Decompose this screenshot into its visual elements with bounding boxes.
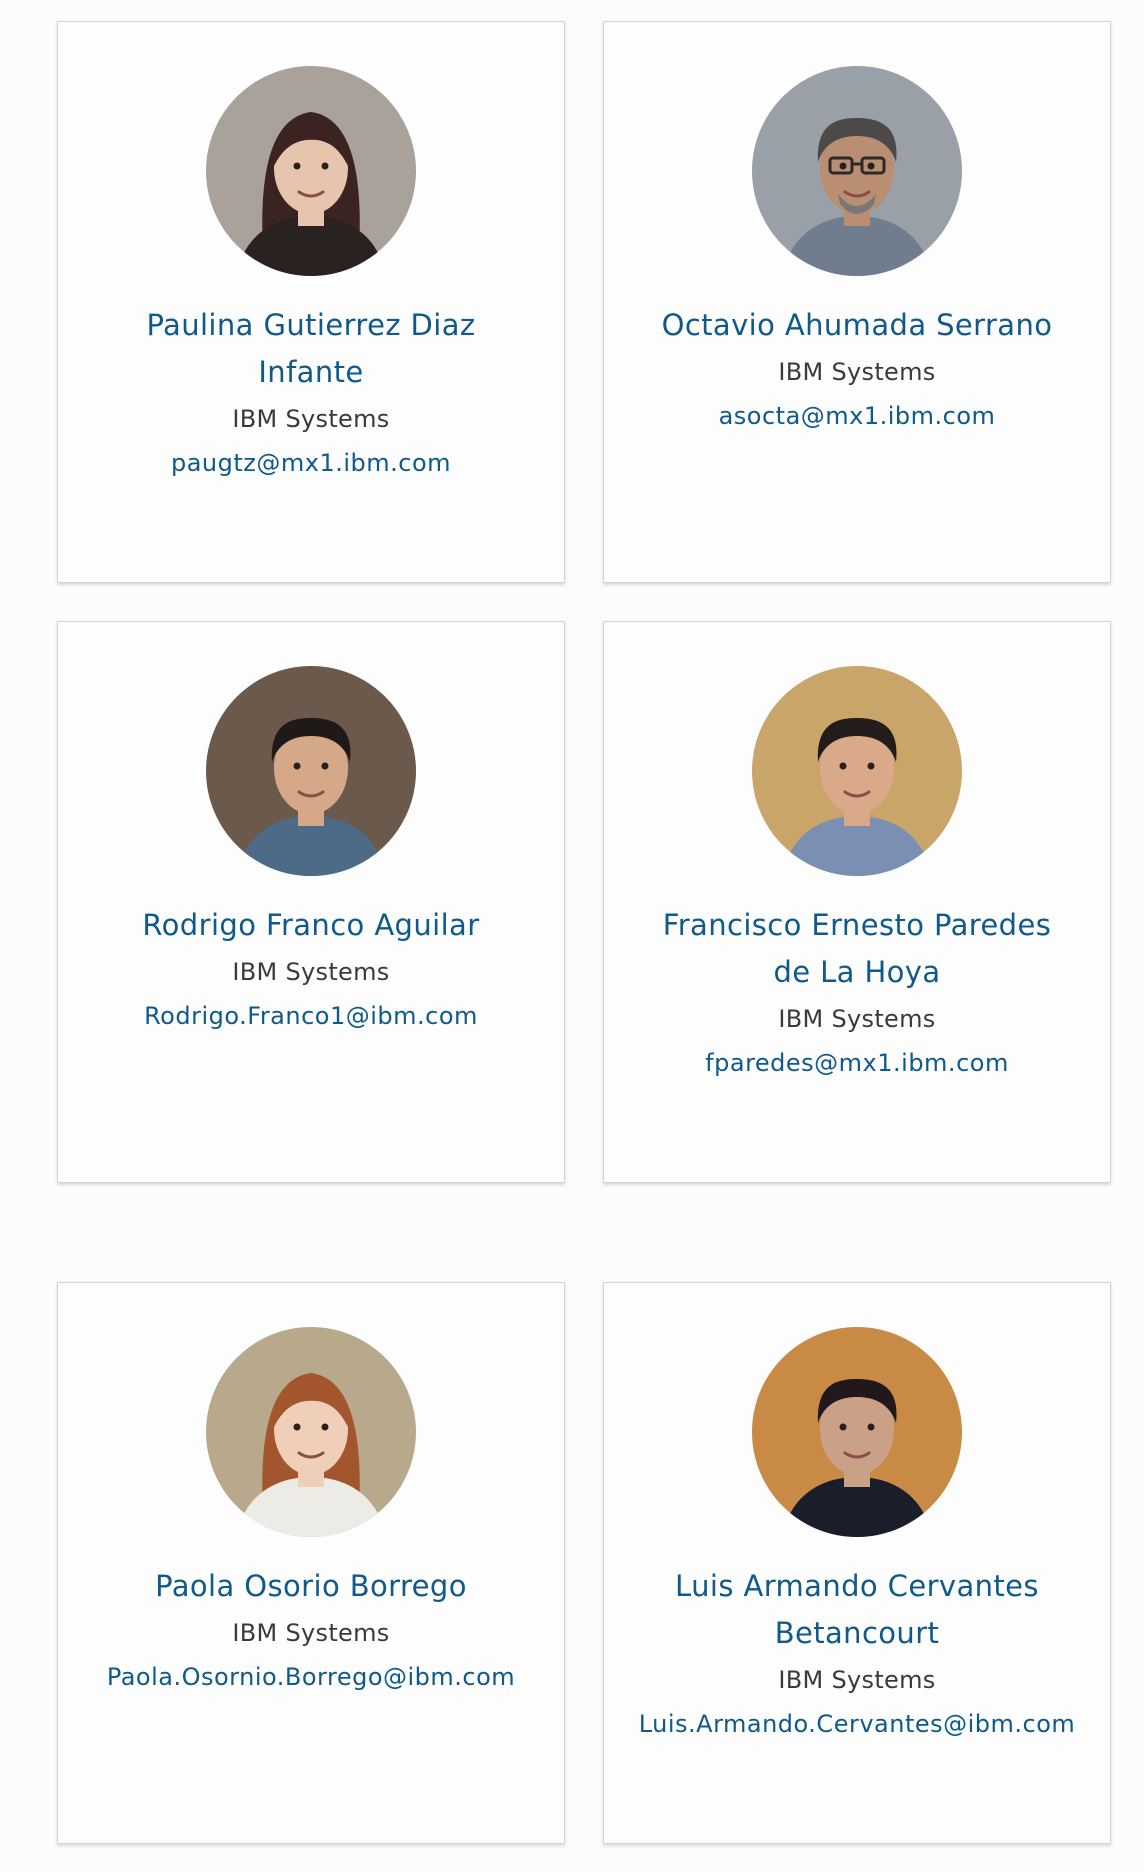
person-card: Octavio Ahumada Serrano IBM Systems asoc…	[603, 21, 1111, 583]
person-organization: IBM Systems	[232, 1619, 390, 1647]
person-organization: IBM Systems	[232, 958, 390, 986]
avatar[interactable]	[752, 1327, 962, 1537]
avatar[interactable]	[752, 666, 962, 876]
person-email-link[interactable]: fparedes@mx1.ibm.com	[634, 1043, 1080, 1083]
person-email-link[interactable]: Paola.Osornio.Borrego@ibm.com	[88, 1657, 534, 1697]
person-email-link[interactable]: asocta@mx1.ibm.com	[634, 396, 1080, 436]
person-name: Luis Armando Cervantes Betancourt	[675, 1569, 1039, 1650]
person-card: Luis Armando Cervantes Betancourt IBM Sy…	[603, 1282, 1111, 1844]
avatar[interactable]	[206, 1327, 416, 1537]
man-portrait-icon	[752, 666, 962, 876]
woman-portrait-icon	[206, 1327, 416, 1537]
person-card: Paola Osorio Borrego IBM Systems Paola.O…	[57, 1282, 565, 1844]
man-glasses-portrait-icon	[752, 66, 962, 276]
person-card: Rodrigo Franco Aguilar IBM Systems Rodri…	[57, 621, 565, 1183]
person-email-link[interactable]: Rodrigo.Franco1@ibm.com	[88, 996, 534, 1036]
avatar[interactable]	[752, 66, 962, 276]
man-portrait-icon	[206, 666, 416, 876]
woman-portrait-icon	[206, 66, 416, 276]
person-organization: IBM Systems	[778, 1005, 936, 1033]
person-email-link[interactable]: Luis.Armando.Cervantes@ibm.com	[634, 1704, 1080, 1744]
person-card: Francisco Ernesto Paredes de La Hoya IBM…	[603, 621, 1111, 1183]
person-name: Rodrigo Franco Aguilar	[142, 908, 480, 942]
person-name: Octavio Ahumada Serrano	[661, 308, 1053, 342]
person-organization: IBM Systems	[232, 405, 390, 433]
avatar[interactable]	[206, 66, 416, 276]
avatar[interactable]	[206, 666, 416, 876]
person-organization: IBM Systems	[778, 358, 936, 386]
man-portrait-icon	[752, 1327, 962, 1537]
person-email-link[interactable]: paugtz@mx1.ibm.com	[88, 443, 534, 483]
person-card: Paulina Gutierrez Diaz Infante IBM Syste…	[57, 21, 565, 583]
person-name: Paola Osorio Borrego	[155, 1569, 467, 1603]
person-organization: IBM Systems	[778, 1666, 936, 1694]
person-name: Francisco Ernesto Paredes de La Hoya	[662, 908, 1052, 989]
people-grid: Paulina Gutierrez Diaz Infante IBM Syste…	[0, 0, 1144, 1872]
person-name: Paulina Gutierrez Diaz Infante	[146, 308, 476, 389]
